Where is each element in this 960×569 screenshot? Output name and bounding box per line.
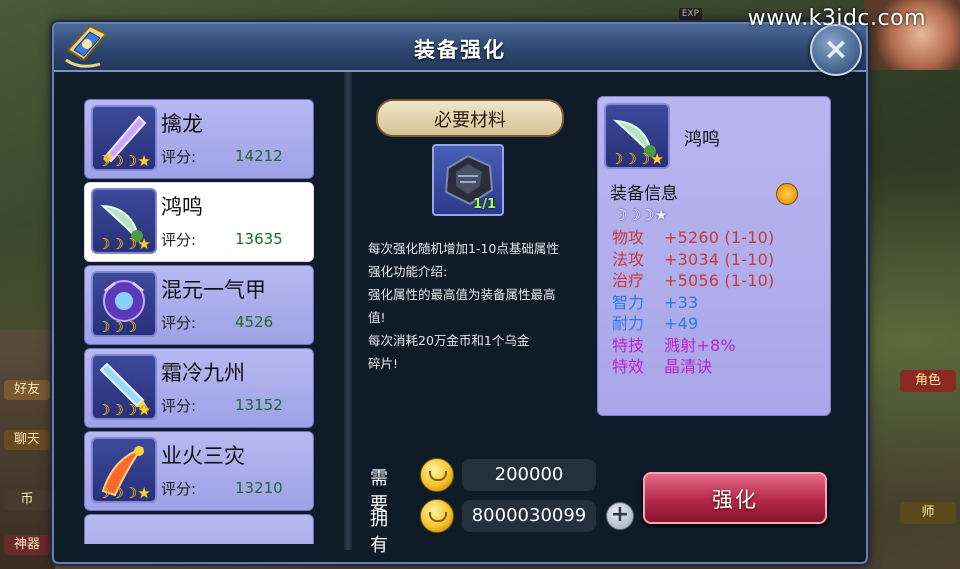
equipment-name: 业火三灾: [161, 444, 245, 468]
stat-row: 特效 晶清诀: [612, 357, 713, 376]
close-button[interactable]: ×: [810, 24, 862, 76]
equipment-item-yehuo[interactable]: ☽☽☽★ 业火三灾 评分: 13210: [84, 431, 314, 511]
equipment-name: 混元一气甲: [161, 278, 266, 302]
enhance-description: 每次强化随机增加1-10点基础属性 强化功能介绍: 强化属性的最高值为装备属性最…: [368, 241, 559, 371]
close-icon: ×: [823, 32, 849, 67]
equipment-info-heading: 装备信息: [610, 184, 678, 204]
equipment-name: 霜冷九州: [161, 361, 245, 385]
stat-row: 特技 溅射+8%: [612, 335, 736, 355]
need-value: 200000: [462, 459, 596, 491]
star-rating: ☽☽☽★: [97, 235, 151, 253]
gold-coin-icon: [420, 499, 454, 533]
equipment-name: 鸿鸣: [684, 129, 720, 150]
sword-icon: ☽☽☽★: [91, 105, 157, 171]
score-label: 评分:: [161, 314, 197, 332]
stat-list: 物攻 +5260 (1-10) 法攻 +3034 (1-10) 治疗 +5056 (1…: [612, 227, 774, 378]
star-rating: ☽☽☽: [97, 318, 138, 336]
blade-icon: ☽☽☽★: [604, 103, 670, 169]
required-materials-header: 必要材料: [376, 99, 564, 137]
equipment-list[interactable]: ☽☽☽★ 擒龙 评分: 14212 ☽☽☽★ 鸿鸣 评分: 13635 ☽☽☽ …: [84, 96, 316, 544]
character-button[interactable]: 角色: [900, 370, 956, 392]
left-hud: 好友 聊天 币 神器: [0, 330, 55, 569]
score-value: 13210: [235, 479, 283, 497]
have-label: 拥有: [370, 509, 388, 556]
exp-tag: EXP: [678, 8, 702, 20]
stat-row: 治疗 +5056 (1-10): [612, 271, 775, 290]
master-button[interactable]: 师: [900, 502, 956, 524]
have-value: 8000030099: [462, 500, 596, 532]
score-label: 评分:: [161, 148, 197, 166]
score-label: 评分:: [161, 397, 197, 415]
chat-button[interactable]: 聊天: [4, 430, 50, 450]
score-label: 评分:: [161, 480, 197, 498]
material-slot[interactable]: 1/1: [432, 144, 504, 216]
dialog-titlebar: 装备强化 ×: [54, 24, 866, 76]
equipment-item-hunyuan[interactable]: ☽☽☽ 混元一气甲 评分: 4526: [84, 265, 314, 345]
score-value: 13635: [235, 230, 283, 248]
score-label: 评分:: [161, 231, 197, 249]
blade-icon: ☽☽☽★: [91, 188, 157, 254]
watermark: www.k3idc.com: [747, 6, 926, 31]
equipment-item-hongming[interactable]: ☽☽☽★ 鸿鸣 评分: 13635: [84, 182, 314, 262]
dialog-title: 装备强化: [414, 38, 506, 62]
star-rating: ☽☽☽★: [97, 484, 151, 502]
currency-tab[interactable]: 币: [4, 490, 50, 510]
star-rating: ☽☽☽★: [97, 401, 151, 419]
material-count: 1/1: [473, 197, 496, 212]
equipment-enhance-dialog: 装备强化 × ☽☽☽★ 擒龙 评分: 14212 ☽☽☽★ 鸿鸣 评分: 136…: [52, 22, 868, 564]
gold-coin-icon: [420, 458, 454, 492]
equipment-name: 擒龙: [161, 112, 203, 136]
stat-row: 智力 +33: [612, 292, 699, 312]
star-rating: ☽☽☽★: [97, 152, 151, 170]
star-rating: ☽☽☽★: [614, 206, 668, 224]
enhance-button[interactable]: 强化: [643, 472, 827, 524]
add-gold-button[interactable]: +: [606, 502, 634, 530]
equipment-name: 鸿鸣: [161, 195, 203, 219]
score-value: 4526: [235, 313, 274, 331]
right-hud: 角色 师: [862, 330, 960, 569]
equipment-item-partial[interactable]: [84, 514, 314, 544]
stat-row: 物攻 +5260 (1-10): [612, 228, 775, 247]
friends-button[interactable]: 好友: [4, 380, 50, 400]
score-value: 13152: [235, 396, 283, 414]
fire-sword-icon: ☽☽☽★: [91, 437, 157, 503]
stat-row: 耐力 +49: [612, 314, 699, 333]
equipment-info-card: ☽☽☽★ 鸿鸣 装备信息 ☽☽☽★ 物攻 +5260 (1-10) 法攻 +3034…: [597, 96, 831, 416]
equipment-item-qinlong[interactable]: ☽☽☽★ 擒龙 评分: 14212: [84, 99, 314, 179]
score-value: 14212: [235, 147, 283, 165]
star-rating: ☽☽☽★: [610, 150, 664, 168]
ice-sword-icon: ☽☽☽★: [91, 354, 157, 420]
stat-row: 法攻 +3034 (1-10): [612, 249, 775, 269]
artifact-tab[interactable]: 神器: [4, 535, 50, 555]
column-divider: [344, 72, 352, 550]
sun-badge-icon: [776, 183, 798, 205]
armor-icon: ☽☽☽: [91, 271, 157, 337]
equipment-item-shuangleng[interactable]: ☽☽☽★ 霜冷九州 评分: 13152: [84, 348, 314, 428]
